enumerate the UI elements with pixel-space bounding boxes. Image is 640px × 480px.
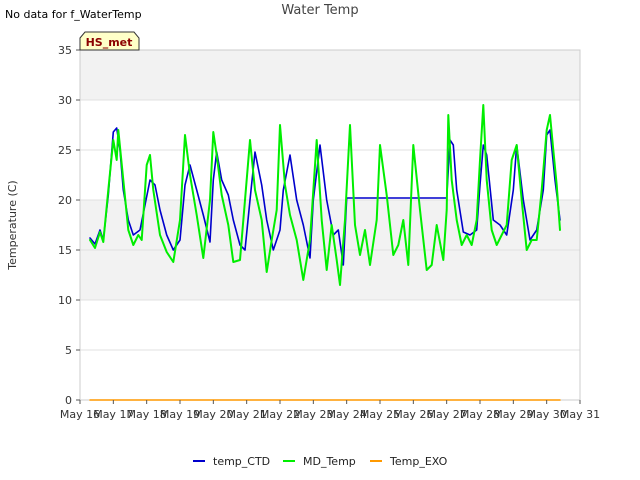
y-axis-label: Temperature (C)	[6, 180, 19, 270]
y-tick-label: 20	[58, 194, 72, 207]
grid-band	[80, 50, 580, 100]
legend: temp_CTD MD_Temp Temp_EXO	[193, 455, 448, 468]
plot-background-bands	[80, 49, 580, 401]
grid-band	[80, 300, 580, 350]
legend-label: Temp_EXO	[389, 455, 448, 468]
chart-title: Water Temp	[281, 3, 358, 18]
grid-band	[80, 150, 580, 200]
y-tick-label: 10	[58, 294, 72, 307]
x-tick-label: May 31	[560, 408, 600, 421]
y-tick-label: 30	[58, 94, 72, 107]
y-axis-ticks: 0 5 10 15 20 25 30 35	[58, 44, 80, 407]
legend-label: MD_Temp	[303, 455, 356, 468]
grid-band	[80, 350, 580, 400]
grid-band	[80, 250, 580, 300]
x-axis-ticks: May 16May 17May 18May 19May 20May 21May …	[60, 400, 600, 421]
water-temp-chart: 0 5 10 15 20 25 30 35 May 16May 17May 18May 19M…	[6, 3, 600, 468]
hs-met-badge: HS_met	[79, 31, 140, 51]
y-tick-label: 0	[65, 394, 72, 407]
y-tick-label: 25	[58, 144, 72, 157]
y-tick-label: 5	[65, 344, 72, 357]
y-tick-label: 15	[58, 244, 72, 257]
grid-band	[80, 100, 580, 150]
hs-met-badge-label: HS_met	[86, 36, 133, 49]
y-tick-label: 35	[58, 44, 72, 57]
legend-label: temp_CTD	[213, 455, 270, 468]
